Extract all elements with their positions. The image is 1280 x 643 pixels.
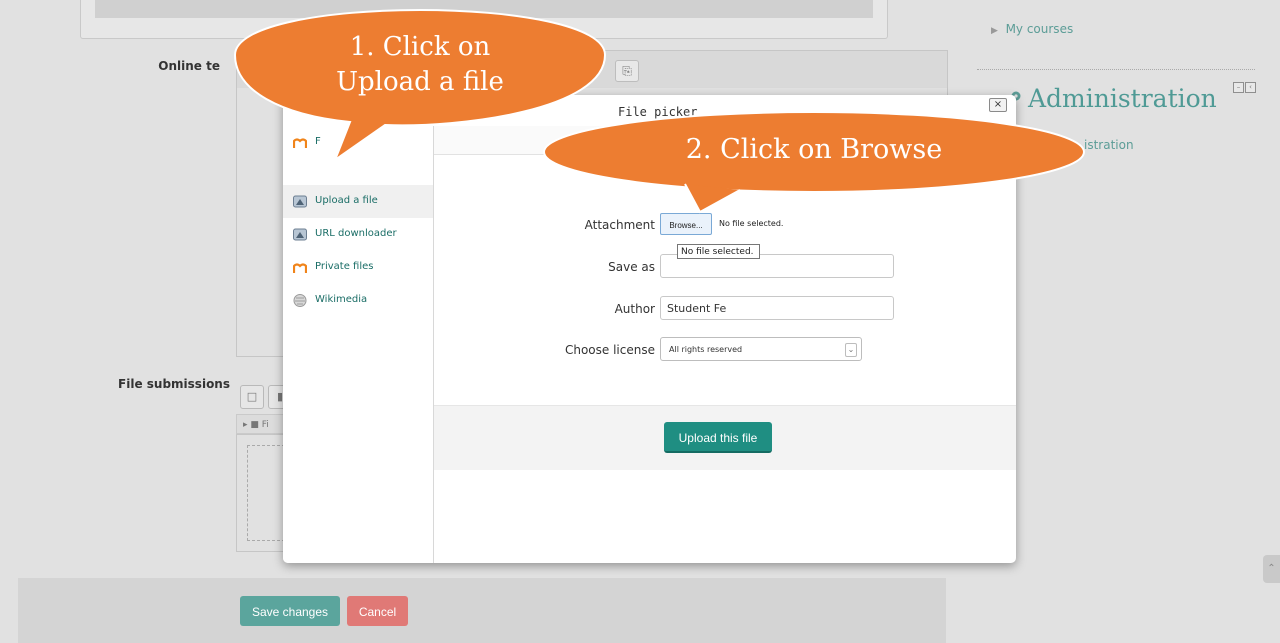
choose-license-label: Choose license — [564, 343, 655, 357]
license-select[interactable]: All rights reserved ⌄ — [660, 337, 862, 361]
save-changes-button[interactable]: Save changes — [240, 596, 340, 626]
repo-item-wikimedia[interactable]: Wikimedia — [283, 284, 433, 317]
upload-icon — [293, 195, 307, 208]
moodle-icon — [292, 261, 308, 274]
dock-icon[interactable]: ‹ — [1245, 82, 1256, 93]
url-icon — [293, 228, 307, 241]
form-buttons-strip — [18, 578, 946, 643]
file-folder-label: Fi — [261, 420, 269, 430]
repo-item-url-downloader[interactable]: URL downloader — [283, 218, 433, 251]
wikimedia-icon — [293, 294, 307, 307]
repo-label: Upload a file — [315, 195, 378, 206]
caret-right-icon: ▶ — [991, 26, 998, 36]
repo-item-private-files[interactable]: Private files — [283, 251, 433, 284]
save-as-label: Save as — [608, 260, 655, 274]
collapse-icon[interactable]: – — [1233, 82, 1244, 93]
add-file-icon[interactable]: □ — [240, 385, 264, 409]
callout-1-line-2: Upload a file — [336, 67, 504, 97]
my-courses-label: My courses — [1005, 22, 1074, 36]
file-submissions-label: File submissions — [118, 377, 230, 391]
callout-2-text: 2. Click on Browse — [685, 134, 943, 165]
sidebar-divider — [977, 69, 1255, 70]
block-controls: – ‹ — [1233, 82, 1257, 94]
repo-item-upload[interactable]: Upload a file — [283, 185, 433, 218]
no-file-selected-text: No file selected. — [719, 219, 784, 228]
callout-1-text: 1. Click on Upload a file — [270, 30, 570, 100]
chevron-down-icon: ⌄ — [845, 343, 857, 357]
repo-label: Private files — [315, 261, 374, 272]
repository-list: F Upload a file URL downloader Private f… — [283, 126, 434, 563]
tooltip: No file selected. — [677, 244, 760, 259]
scroll-to-top-button[interactable]: ⌃ — [1263, 555, 1280, 583]
callout-1-line-1: 1. Click on — [349, 32, 491, 62]
author-input[interactable]: Student Fe — [660, 296, 894, 320]
online-text-label: Online te — [158, 59, 220, 73]
repo-label: URL downloader — [315, 228, 397, 239]
cancel-button[interactable]: Cancel — [347, 596, 408, 626]
author-label: Author — [614, 302, 655, 316]
upload-this-file-button[interactable]: Upload this file — [664, 422, 772, 453]
administration-title: Administration — [1028, 84, 1217, 113]
license-value: All rights reserved — [669, 345, 743, 354]
attachment-label: Attachment — [584, 218, 655, 232]
sidebar-item-my-courses[interactable]: ▶ My courses — [991, 22, 1073, 36]
repo-label: Wikimedia — [315, 294, 368, 305]
